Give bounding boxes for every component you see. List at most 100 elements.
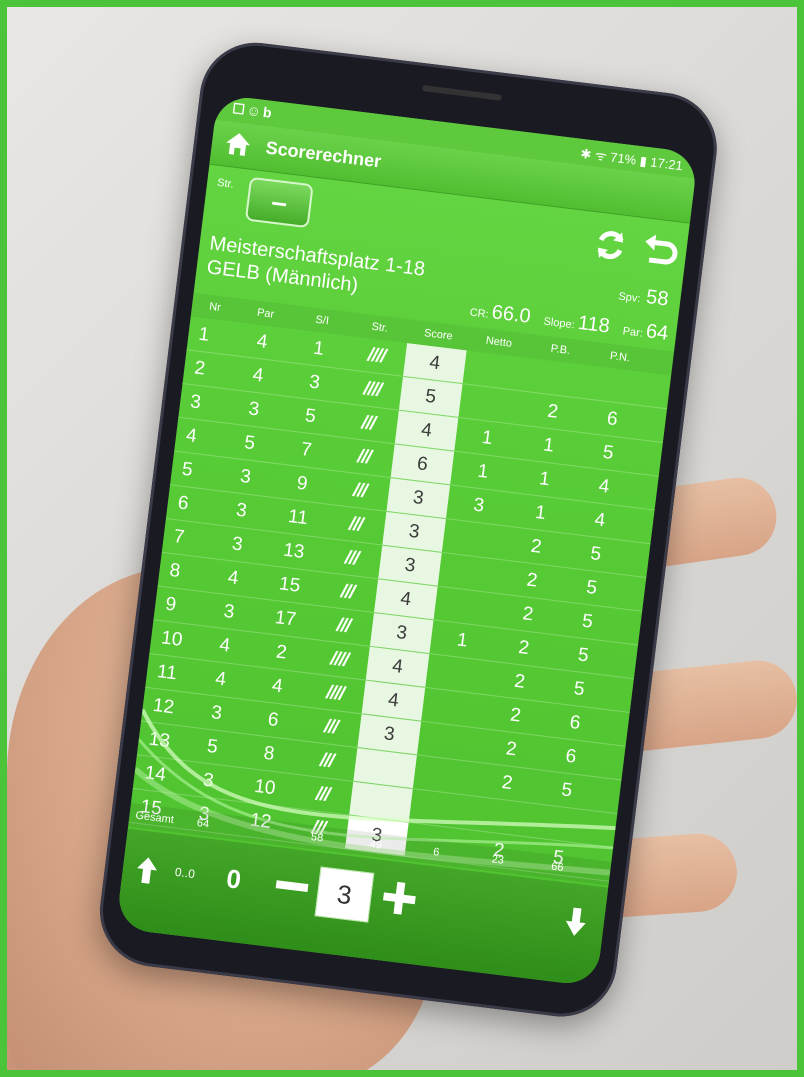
str-button[interactable]: –	[244, 176, 314, 229]
cell-str: ///	[352, 479, 368, 502]
slope-value: 118	[576, 311, 611, 338]
cell-str: ////	[366, 343, 387, 367]
spv-number: 58	[644, 285, 670, 311]
cell-pn	[534, 821, 592, 828]
cell-pn: 5	[572, 677, 586, 700]
cell-str: ///	[335, 614, 351, 637]
cell-par: 3	[201, 769, 215, 792]
phone-body: ☐☺b ✱ ᯤ 71% ▮ 17:21 Scorerechner Str. –	[93, 36, 724, 1023]
cell-pn: 5	[560, 778, 574, 801]
minus-button[interactable]	[270, 869, 313, 904]
cell-pb: 1	[533, 501, 547, 524]
cell-si: 3	[308, 371, 322, 394]
cell-pb: 2	[525, 569, 539, 592]
refresh-icon[interactable]	[588, 223, 633, 268]
cell-netto	[460, 401, 522, 409]
cell-par: 5	[243, 431, 257, 454]
header-pb: P.B.	[550, 342, 571, 357]
undo-icon[interactable]	[636, 229, 681, 274]
cell-netto	[444, 536, 506, 544]
cell-pb: 2	[513, 670, 527, 693]
totals-si	[231, 827, 289, 834]
up-arrow-icon[interactable]	[133, 854, 160, 887]
zero-button[interactable]: 0	[225, 863, 243, 896]
cell-pb: 2	[546, 400, 560, 423]
cell-pb: 2	[517, 636, 531, 659]
header-score: Score	[423, 327, 454, 343]
slope-label: Slope:	[542, 315, 576, 332]
cell-pb: 2	[500, 771, 514, 794]
par-label: Par:	[621, 325, 644, 340]
score-table: Nr Par S/I Str. Score Netto P.B. P.N. 1 4 1////4 2…	[128, 292, 675, 882]
cell-nr: 2	[193, 356, 207, 380]
cell-par: 3	[247, 397, 261, 420]
cell-str: ///	[360, 411, 376, 435]
cell-nr: 3	[189, 390, 203, 413]
cell-nr: 11	[155, 660, 179, 684]
cell-nr: 7	[172, 525, 186, 548]
str-label: Str.	[216, 176, 235, 191]
home-icon[interactable]	[223, 129, 254, 158]
cell-pn: 5	[581, 610, 595, 633]
cell-si: 9	[295, 472, 309, 495]
cell-str: ////	[329, 647, 349, 671]
cell-par: 4	[251, 364, 265, 387]
cell-netto	[423, 704, 485, 712]
cell-si: 1	[312, 337, 326, 360]
cell-pb	[526, 374, 588, 382]
totals-str: 58	[310, 831, 324, 845]
plus-button[interactable]	[377, 876, 422, 921]
cell-si: 2	[274, 641, 289, 664]
totals-netto: 6	[432, 846, 441, 859]
cell-si: 15	[278, 572, 302, 597]
spv-label: Spv:	[617, 290, 642, 306]
cell-netto	[411, 805, 473, 813]
cell-pb: 2	[504, 737, 518, 760]
photo-background: ☐☺b ✱ ᯤ 71% ▮ 17:21 Scorerechner Str. –	[7, 7, 797, 1070]
cell-str: ///	[323, 715, 339, 738]
cell-str: ////	[325, 681, 345, 705]
cell-nr: 1	[197, 323, 211, 346]
totals-score: 49	[368, 838, 383, 852]
header-str: Str.	[370, 320, 389, 335]
cell-pn: 5	[601, 441, 615, 464]
cell-netto: 1	[480, 426, 494, 449]
cell-par: 4	[214, 667, 228, 690]
cell-si: 10	[253, 775, 277, 799]
cell-netto	[415, 772, 477, 780]
totals-pn: 66	[550, 860, 565, 875]
cell-si: 6	[266, 708, 280, 731]
cell-si: 13	[282, 539, 306, 563]
cell-pn: 5	[589, 542, 603, 565]
cell-netto: 3	[472, 493, 486, 517]
cell-pb: 1	[538, 467, 552, 490]
cell-si: 5	[303, 404, 318, 427]
cell-nr: 9	[164, 593, 178, 616]
cell-par: 4	[255, 330, 269, 353]
header-par: Par	[256, 306, 275, 321]
phone-speaker	[421, 85, 503, 101]
cell-si: 17	[273, 606, 298, 631]
cell-par: 4	[218, 634, 232, 657]
cell-netto: 1	[455, 628, 469, 652]
cell-netto	[465, 367, 527, 375]
notification-icons: ☐☺b	[231, 100, 275, 122]
header-si: S/I	[314, 313, 330, 328]
cell-pn: 4	[593, 508, 607, 531]
cell-si: 11	[286, 505, 310, 529]
cell-nr: 6	[176, 491, 190, 515]
cell-netto	[436, 603, 498, 611]
cell-pb: 2	[521, 602, 535, 625]
down-arrow-icon[interactable]	[562, 905, 590, 940]
cell-pn: 6	[564, 745, 578, 768]
cell-netto: 1	[476, 460, 490, 483]
cell-str: ///	[347, 512, 364, 536]
cell-si: 8	[262, 742, 276, 765]
score-input[interactable]: 3	[314, 866, 375, 923]
range-label: 0..0	[174, 864, 196, 882]
header-netto: Netto	[485, 334, 513, 350]
cell-nr: 14	[143, 761, 168, 786]
cell-str: ///	[356, 445, 372, 468]
cell-pn: 5	[585, 576, 599, 599]
totals-par: 64	[196, 817, 210, 831]
